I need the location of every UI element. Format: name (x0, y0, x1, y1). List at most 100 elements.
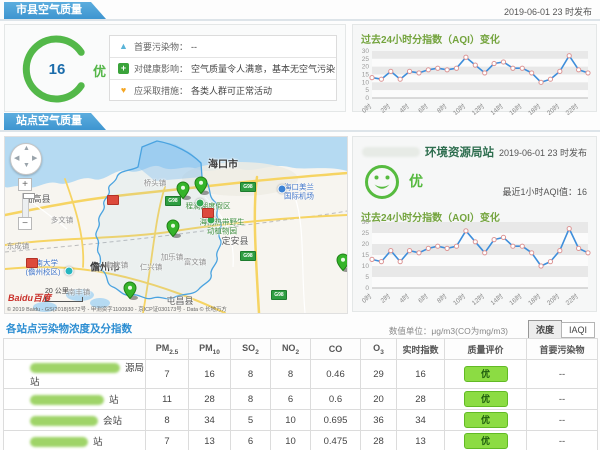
value-cell: 8 (271, 360, 311, 389)
value-cell: 28 (361, 431, 397, 450)
svg-text:12时: 12时 (470, 291, 487, 305)
value-cell: 0.475 (311, 431, 361, 450)
zoom-out-button[interactable]: − (18, 217, 32, 230)
value-cell: 8 (146, 410, 189, 431)
aqi-24h-chart: 0510152025300时2时4时6时8时10时12时14时16时18时20时… (355, 46, 595, 115)
table-header-cell: SO2 (231, 339, 271, 360)
value-cell: 16 (189, 360, 231, 389)
value-cell: 7 (146, 431, 189, 450)
map-label: 和庆镇 (106, 262, 129, 271)
table-row: 站1128860.62028优-- (4, 389, 598, 410)
svg-text:14时: 14时 (488, 291, 505, 305)
zoom-in-button[interactable]: + (18, 178, 32, 191)
svg-text:10: 10 (362, 263, 370, 270)
primary-pollutant-cell: -- (527, 389, 598, 410)
svg-text:20时: 20时 (545, 291, 562, 305)
map-label: 加乐镇 (161, 254, 184, 263)
grade-cell: 优 (445, 431, 527, 450)
station-marker-icon[interactable] (123, 281, 139, 301)
table-header-cell: 质量评价 (445, 339, 527, 360)
station-name-redaction (362, 147, 420, 157)
primary-pollutant-cell: -- (527, 410, 598, 431)
road-shield (107, 195, 119, 205)
latest-aqi-value: 16 (577, 187, 587, 197)
tab-station-air-quality[interactable]: 站点空气质量 (4, 113, 106, 130)
aqi-value: 16 (49, 61, 66, 78)
info-row-primary-pollutant: ▲ 首要污染物： -- (110, 36, 336, 58)
info-label: 首要污染物： (134, 40, 188, 53)
aqi-summary-panel: 16 优 ▲ 首要污染物： -- + 对健康影响： 空气质量令人满意，基本无空气… (4, 24, 346, 112)
value-cell: 0.695 (311, 410, 361, 431)
map-label: 儋州市 (90, 262, 120, 274)
table-header-row: PM2.5PM10SO2NO2COO3实时指数质量评价首要污染物 (4, 339, 598, 360)
zoom-handle[interactable] (23, 193, 35, 199)
info-label: 对健康影响： (134, 62, 188, 75)
chart-title: 过去24小时分指数（AQI）变化 (361, 31, 596, 46)
value-cell: 10 (271, 410, 311, 431)
station-marker-icon[interactable] (194, 176, 210, 196)
value-cell: 6 (231, 431, 271, 450)
value-cell: 10 (271, 431, 311, 450)
latest-aqi-label: 最近1小时AQI值： (502, 187, 577, 197)
map-zoom-control: + − (18, 178, 32, 230)
station-name-cell: 会站 (4, 410, 146, 431)
station-name-cell: 站 (4, 389, 146, 410)
station-marker-icon[interactable] (336, 253, 348, 273)
info-row-measures: ♥ 应采取措施： 各类人群可正常活动 (110, 80, 336, 101)
svg-text:25: 25 (362, 230, 370, 237)
pan-up-icon[interactable]: ▲ (23, 145, 30, 152)
svg-text:14时: 14时 (488, 101, 505, 115)
station-name-redaction (30, 416, 98, 426)
station-grade: 优 (409, 171, 423, 191)
pan-left-icon[interactable]: ◀ (14, 154, 19, 162)
svg-text:30: 30 (362, 48, 370, 55)
table-header-cell: NO2 (271, 339, 311, 360)
pollutant-table-body: 源局站716880.462916优--站1128860.62028优--会站83… (4, 360, 598, 450)
station-aqi-24h-chart: 0510152025300时2时4时6时8时10时12时14时16时18时20时… (355, 217, 595, 305)
svg-text:12时: 12时 (470, 101, 487, 115)
aqi-info-box: ▲ 首要污染物： -- + 对健康影响： 空气质量令人满意，基本无空气污染 ♥ … (109, 35, 337, 101)
svg-text:6时: 6时 (416, 291, 430, 305)
value-cell: 0.6 (311, 389, 361, 410)
svg-text:6时: 6时 (416, 101, 430, 115)
table-header-cell (4, 339, 146, 360)
pan-right-icon[interactable]: ▶ (32, 154, 37, 162)
svg-text:16时: 16时 (507, 291, 524, 305)
map-pan-control[interactable]: ▲ ▼ ◀ ▶ (10, 143, 42, 175)
poi-icon (65, 267, 74, 276)
zoom-track[interactable] (22, 193, 29, 217)
toggle-IAQI[interactable]: IAQI (561, 322, 595, 338)
pan-down-icon[interactable]: ▼ (23, 162, 30, 169)
station-name-suffix: 会站 (103, 416, 122, 427)
svg-text:10时: 10时 (451, 291, 468, 305)
pollutant-icon: ▲ (118, 41, 129, 52)
road-shield (202, 208, 214, 218)
mode-toggle-group: 浓度IAQI (529, 320, 595, 339)
table-header-cell: O3 (361, 339, 397, 360)
latest-aqi: 最近1小时AQI值：16 (502, 185, 587, 198)
heart-icon: ♥ (118, 85, 129, 96)
map-label: 富文镇 (184, 259, 207, 268)
map-label: 桥头镇 (144, 180, 167, 189)
aqi-grade: 优 (93, 61, 106, 80)
grade-cell: 优 (445, 410, 527, 431)
road-shield: G98 (240, 182, 256, 192)
map-scale-label: 20 公里 (45, 288, 69, 295)
svg-text:20: 20 (362, 64, 370, 71)
city-aqi-chart-panel: 过去24小时分指数（AQI）变化 0510152025300时2时4时6时8时1… (352, 24, 597, 112)
station-marker-icon[interactable] (166, 219, 182, 239)
map-label: 仁兴镇 (140, 264, 163, 273)
map-label: 海口美兰 国际机场 (284, 183, 314, 200)
tab-city-air-quality[interactable]: 市县空气质量 (4, 2, 106, 19)
road-shield (26, 258, 38, 268)
map-canvas[interactable]: 海口市儋州市临高县定安县屯昌县桥头镇多文镇东成镇和庆镇仁兴镇加乐镇富文镇南丰镇海… (4, 136, 348, 314)
station-marker-icon[interactable] (176, 181, 192, 201)
svg-text:16时: 16时 (507, 101, 524, 115)
svg-text:30: 30 (362, 219, 370, 226)
map-label: 定安县 (221, 236, 248, 246)
unit-note: 数值单位：μg/m3(CO为mg/m3) (389, 325, 508, 337)
svg-text:5: 5 (365, 87, 369, 94)
svg-text:25: 25 (362, 56, 370, 63)
toggle-浓度[interactable]: 浓度 (528, 320, 562, 339)
road-shield: G98 (240, 251, 256, 261)
